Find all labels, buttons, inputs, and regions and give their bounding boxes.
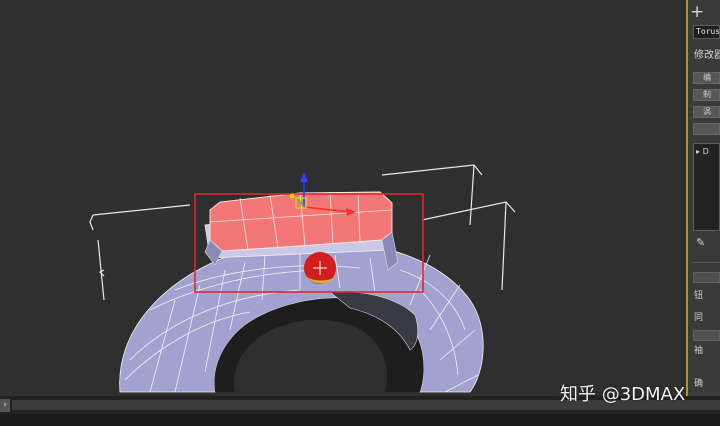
torus-mesh[interactable]	[119, 240, 484, 393]
modifier-stack-list[interactable]: ▸ D	[693, 143, 720, 231]
watermark-text: 知乎 @3DMAX	[560, 384, 686, 405]
triangle-right-icon[interactable]: ▸	[696, 147, 700, 156]
modifier-button-4[interactable]	[693, 123, 720, 135]
object-name-field[interactable]: Torus	[693, 25, 720, 39]
rollout-divider	[692, 262, 720, 263]
modifier-stack-item[interactable]: ▸ D	[696, 146, 719, 158]
expand-arrow-button[interactable]: ›	[0, 399, 10, 412]
rollout-label-2: 钮	[694, 291, 704, 301]
viewport-canvas[interactable]	[0, 0, 686, 396]
modifier-list-dropdown[interactable]: 修改器	[694, 49, 720, 63]
soft-selection-gizmo[interactable]	[304, 252, 336, 284]
command-panel: + Torus 修改器 编 制 涡 ▸ D ✎ 钮 同 袖 确	[688, 0, 720, 396]
perspective-viewport[interactable]	[0, 0, 686, 396]
plus-icon[interactable]: +	[690, 2, 720, 22]
modifier-button-edit[interactable]: 编	[693, 72, 720, 84]
modifier-button-3[interactable]: 涡	[693, 106, 720, 118]
rollout-label-3: 同	[694, 313, 704, 323]
pin-icon[interactable]: ✎	[696, 236, 710, 250]
track-bar[interactable]	[0, 414, 720, 426]
rollout-input-4[interactable]	[693, 330, 720, 341]
rollout-input-1[interactable]	[693, 272, 720, 283]
rollout-bottom-label: 确	[694, 379, 704, 389]
modifier-button-2[interactable]: 制	[693, 89, 720, 101]
rollout-label-5: 袖	[694, 346, 704, 356]
